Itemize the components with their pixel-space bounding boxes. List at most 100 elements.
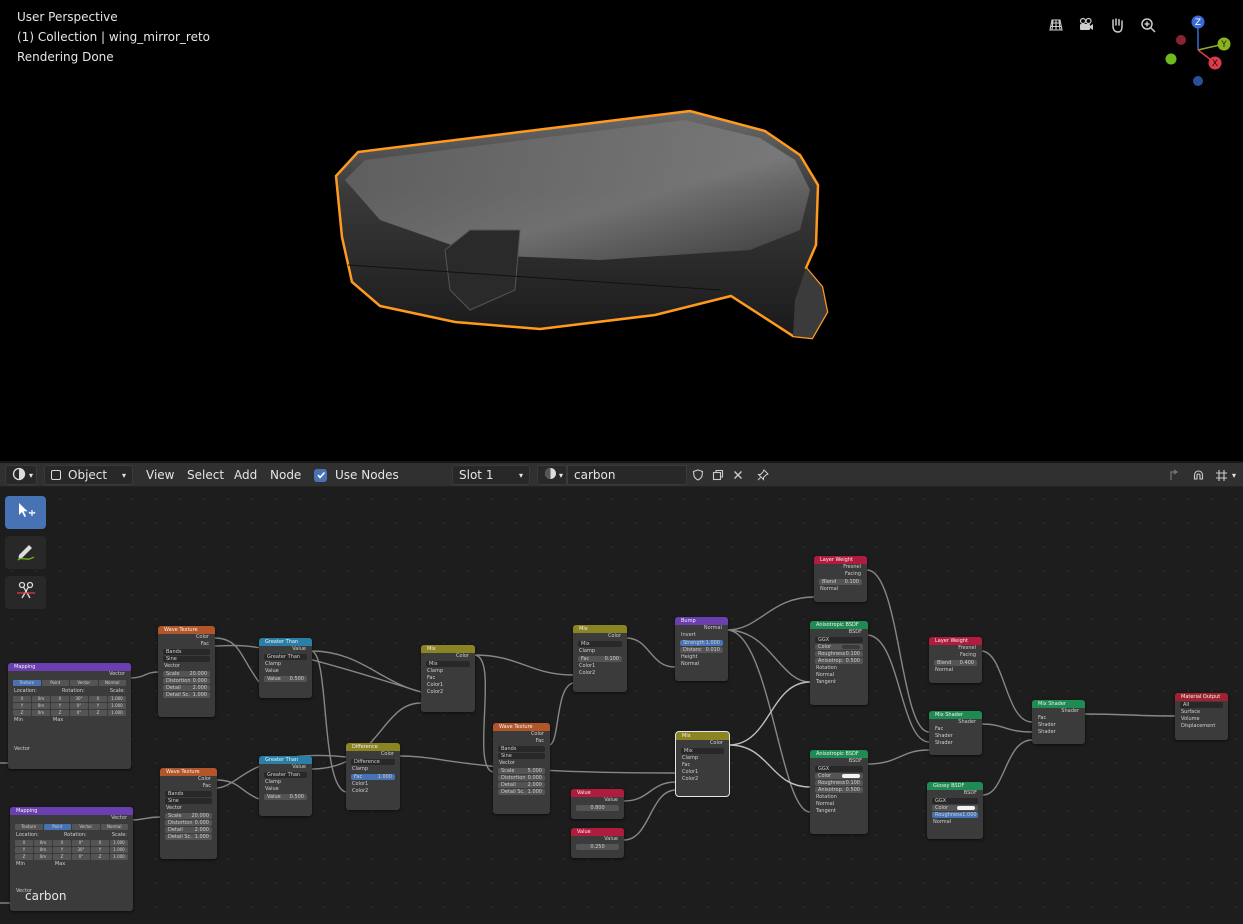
detail-scale-field[interactable]: Detail Sc. 1.000	[165, 834, 212, 840]
annotate-tool[interactable]	[5, 536, 46, 569]
distribution-dropdown[interactable]: GGX	[815, 766, 863, 772]
cell[interactable]: 0°	[70, 710, 88, 716]
mix-shader-node[interactable]: Mix Shader Shader Fac Shader Shader	[929, 711, 982, 755]
slot-dropdown[interactable]: Slot 1 ▾	[452, 465, 530, 485]
cut-links-tool[interactable]	[5, 576, 46, 609]
distortion-field[interactable]: Distortion 0.000	[165, 820, 212, 826]
tab-vector[interactable]: Vector	[72, 824, 100, 830]
wave-type-dropdown[interactable]: Bands	[163, 649, 210, 655]
value-field[interactable]: 0.250	[576, 844, 619, 850]
blend-mode-dropdown[interactable]: Mix	[426, 661, 470, 667]
scale-field[interactable]: Scale 20.000	[163, 671, 210, 677]
snap-toggle[interactable]	[1187, 465, 1209, 485]
snap-mode-dropdown[interactable]: ▾	[1210, 465, 1236, 485]
mapping-node[interactable]: Mapping Vector Texture Point Vector Norm…	[8, 663, 131, 769]
anisotropy-field[interactable]: Anisotrop. 0.500	[815, 658, 863, 664]
invert-checkbox[interactable]: Invert	[675, 632, 728, 639]
tab-texture[interactable]: Texture	[13, 680, 41, 686]
cell[interactable]: 0m	[32, 696, 50, 702]
value-field[interactable]: 0.800	[576, 805, 619, 811]
fake-user-button[interactable]	[687, 465, 709, 485]
object-type-dropdown[interactable]: Object ▾	[44, 465, 133, 485]
parent-node-tree-button[interactable]	[1163, 465, 1185, 485]
menu-node[interactable]: Node	[263, 465, 308, 485]
wing-mirror-object[interactable]	[0, 0, 1243, 461]
mix-difference-node[interactable]: Difference Color Difference Clamp Fac 1.0…	[346, 743, 400, 810]
camera-icon[interactable]	[1073, 12, 1099, 38]
layer-weight-node[interactable]: Layer Weight Fresnel Facing Blend 0.100 N…	[814, 556, 867, 602]
cell[interactable]: 1.000	[110, 847, 128, 853]
cell[interactable]: 1.000	[108, 710, 126, 716]
distribution-dropdown[interactable]: GGX	[815, 637, 863, 643]
blend-field[interactable]: Blend 0.400	[934, 660, 977, 666]
editor-type-selector[interactable]: ▾	[5, 465, 37, 485]
mix-shader-node[interactable]: Mix Shader Shader Fac Shader Shader	[1032, 700, 1085, 744]
detail-scale-field[interactable]: Detail Sc. 1.000	[163, 692, 210, 698]
anisotropic-bsdf-node[interactable]: Anisotropic BSDF BSDF GGX Color Roughnes…	[810, 750, 868, 834]
tab-normal[interactable]: Normal	[98, 680, 126, 686]
detail-field[interactable]: Detail 2.000	[163, 685, 210, 691]
detail-field[interactable]: Detail 2.000	[498, 782, 545, 788]
transform-grid[interactable]: X 0m X 0° X 1.000 Y 0m Y 30° Y 1.000 Z 0m Z 0° Z 1.000	[15, 840, 128, 860]
wave-texture-node[interactable]: Wave Texture Color Fac Bands Sine Vector…	[160, 768, 217, 859]
use-nodes-toggle[interactable]: Use Nodes	[314, 465, 399, 485]
pin-button[interactable]	[752, 465, 774, 485]
cell[interactable]: 1.000	[108, 703, 126, 709]
distortion-field[interactable]: Distortion 0.000	[498, 775, 545, 781]
wave-type-dropdown[interactable]: Bands	[498, 746, 545, 752]
cell[interactable]: 0m	[34, 854, 52, 860]
value-node[interactable]: Value Value 0.250	[571, 828, 624, 858]
clamp-checkbox[interactable]: Clamp	[676, 755, 729, 762]
cell[interactable]: 30°	[70, 696, 88, 702]
cell[interactable]: 0m	[34, 847, 52, 853]
mix-rgb-node[interactable]: Mix Color Mix Clamp Fac Color1 Color2	[421, 645, 475, 712]
operation-dropdown[interactable]: Greater Than	[264, 654, 307, 660]
cell[interactable]: 0m	[32, 710, 50, 716]
navigation-gizmo[interactable]: Z Y X	[1160, 12, 1240, 92]
clamp-checkbox[interactable]: Clamp	[259, 661, 312, 668]
tab-point[interactable]: Point	[43, 824, 71, 830]
math-greater-than-node[interactable]: Greater Than Value Greater Than Clamp Va…	[259, 638, 312, 698]
value-node[interactable]: Value Value 0.800	[571, 789, 624, 819]
roughness-field[interactable]: Roughness 0.100	[815, 780, 863, 786]
max-checkbox[interactable]: Max	[53, 717, 63, 724]
anisotropy-field[interactable]: Anisotrop. 0.500	[815, 787, 863, 793]
tab-vector[interactable]: Vector	[70, 680, 98, 686]
color-swatch[interactable]	[842, 645, 860, 649]
cell[interactable]: 0m	[32, 703, 50, 709]
roughness-field[interactable]: Roughness 0.100	[815, 651, 863, 657]
min-checkbox[interactable]: Min	[14, 717, 23, 724]
wave-profile-dropdown[interactable]: Sine	[163, 656, 210, 662]
menu-select[interactable]: Select	[180, 465, 231, 485]
mix-rgb-node[interactable]: Mix Color Mix Clamp Fac Color1 Color2	[675, 731, 730, 797]
blend-mode-dropdown[interactable]: Mix	[578, 641, 622, 647]
anisotropic-bsdf-node[interactable]: Anisotropic BSDF BSDF GGX Color Roughnes…	[810, 621, 868, 705]
color-field[interactable]: Color	[932, 805, 978, 811]
value-field[interactable]: Value 0.500	[264, 794, 307, 800]
menu-add[interactable]: Add	[227, 465, 264, 485]
fac-field[interactable]: Fac 0.100	[578, 656, 622, 662]
wave-profile-dropdown[interactable]: Sine	[498, 753, 545, 759]
material-name-field[interactable]: carbon	[567, 465, 687, 485]
node-editor-canvas[interactable]: Mapping Vector Texture Point Vector Norm…	[0, 487, 1243, 924]
color-swatch[interactable]	[957, 806, 975, 810]
bump-node[interactable]: Bump Normal Invert Strength 1.000 Distanc…	[675, 617, 728, 681]
blend-mode-dropdown[interactable]: Difference	[351, 759, 395, 765]
select-box-tool[interactable]	[5, 496, 46, 529]
clamp-checkbox[interactable]: Clamp	[421, 668, 475, 675]
color-field[interactable]: Color	[815, 773, 863, 779]
grid-icon[interactable]	[1043, 12, 1069, 38]
3d-viewport[interactable]: User Perspective (1) Collection | wing_m…	[0, 0, 1243, 461]
transform-grid[interactable]: X 0m X 30° X 1.000 Y 0m Y 0° Y 1.000 Z 0m Z 0° Z 1.000	[13, 696, 126, 716]
mapping-type-tabs[interactable]: Texture Point Vector Normal	[13, 680, 126, 686]
cell[interactable]: 1.000	[108, 696, 126, 702]
color-swatch[interactable]	[842, 774, 860, 778]
glossy-bsdf-node[interactable]: Glossy BSDF BSDF GGX Color Roughness 1.00…	[927, 782, 983, 839]
distortion-field[interactable]: Distortion 0.000	[163, 678, 210, 684]
value-field[interactable]: Value 0.500	[264, 676, 307, 682]
math-greater-than-node[interactable]: Greater Than Value Greater Than Clamp Va…	[259, 756, 312, 816]
target-dropdown[interactable]: All	[1180, 702, 1223, 708]
zoom-icon[interactable]	[1135, 12, 1161, 38]
color-field[interactable]: Color	[815, 644, 863, 650]
tab-point[interactable]: Point	[41, 680, 69, 686]
